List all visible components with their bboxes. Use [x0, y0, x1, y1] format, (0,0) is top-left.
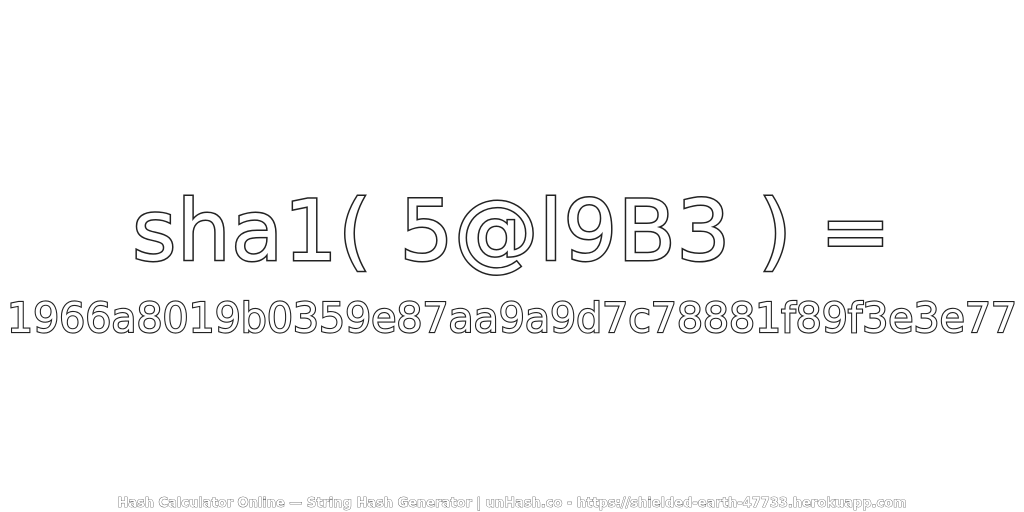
- hash-result-image: sha1( 5@l9B3 ) = 1966a8019b0359e87aa9a9d…: [0, 0, 1024, 512]
- hash-digest-value: 1966a8019b0359e87aa9a9d7c78881f89f3e3e77: [6, 293, 1018, 343]
- footer-attribution: Hash Calculator Online — String Hash Gen…: [117, 496, 907, 512]
- hash-expression-title: sha1( 5@l9B3 ) =: [131, 181, 892, 282]
